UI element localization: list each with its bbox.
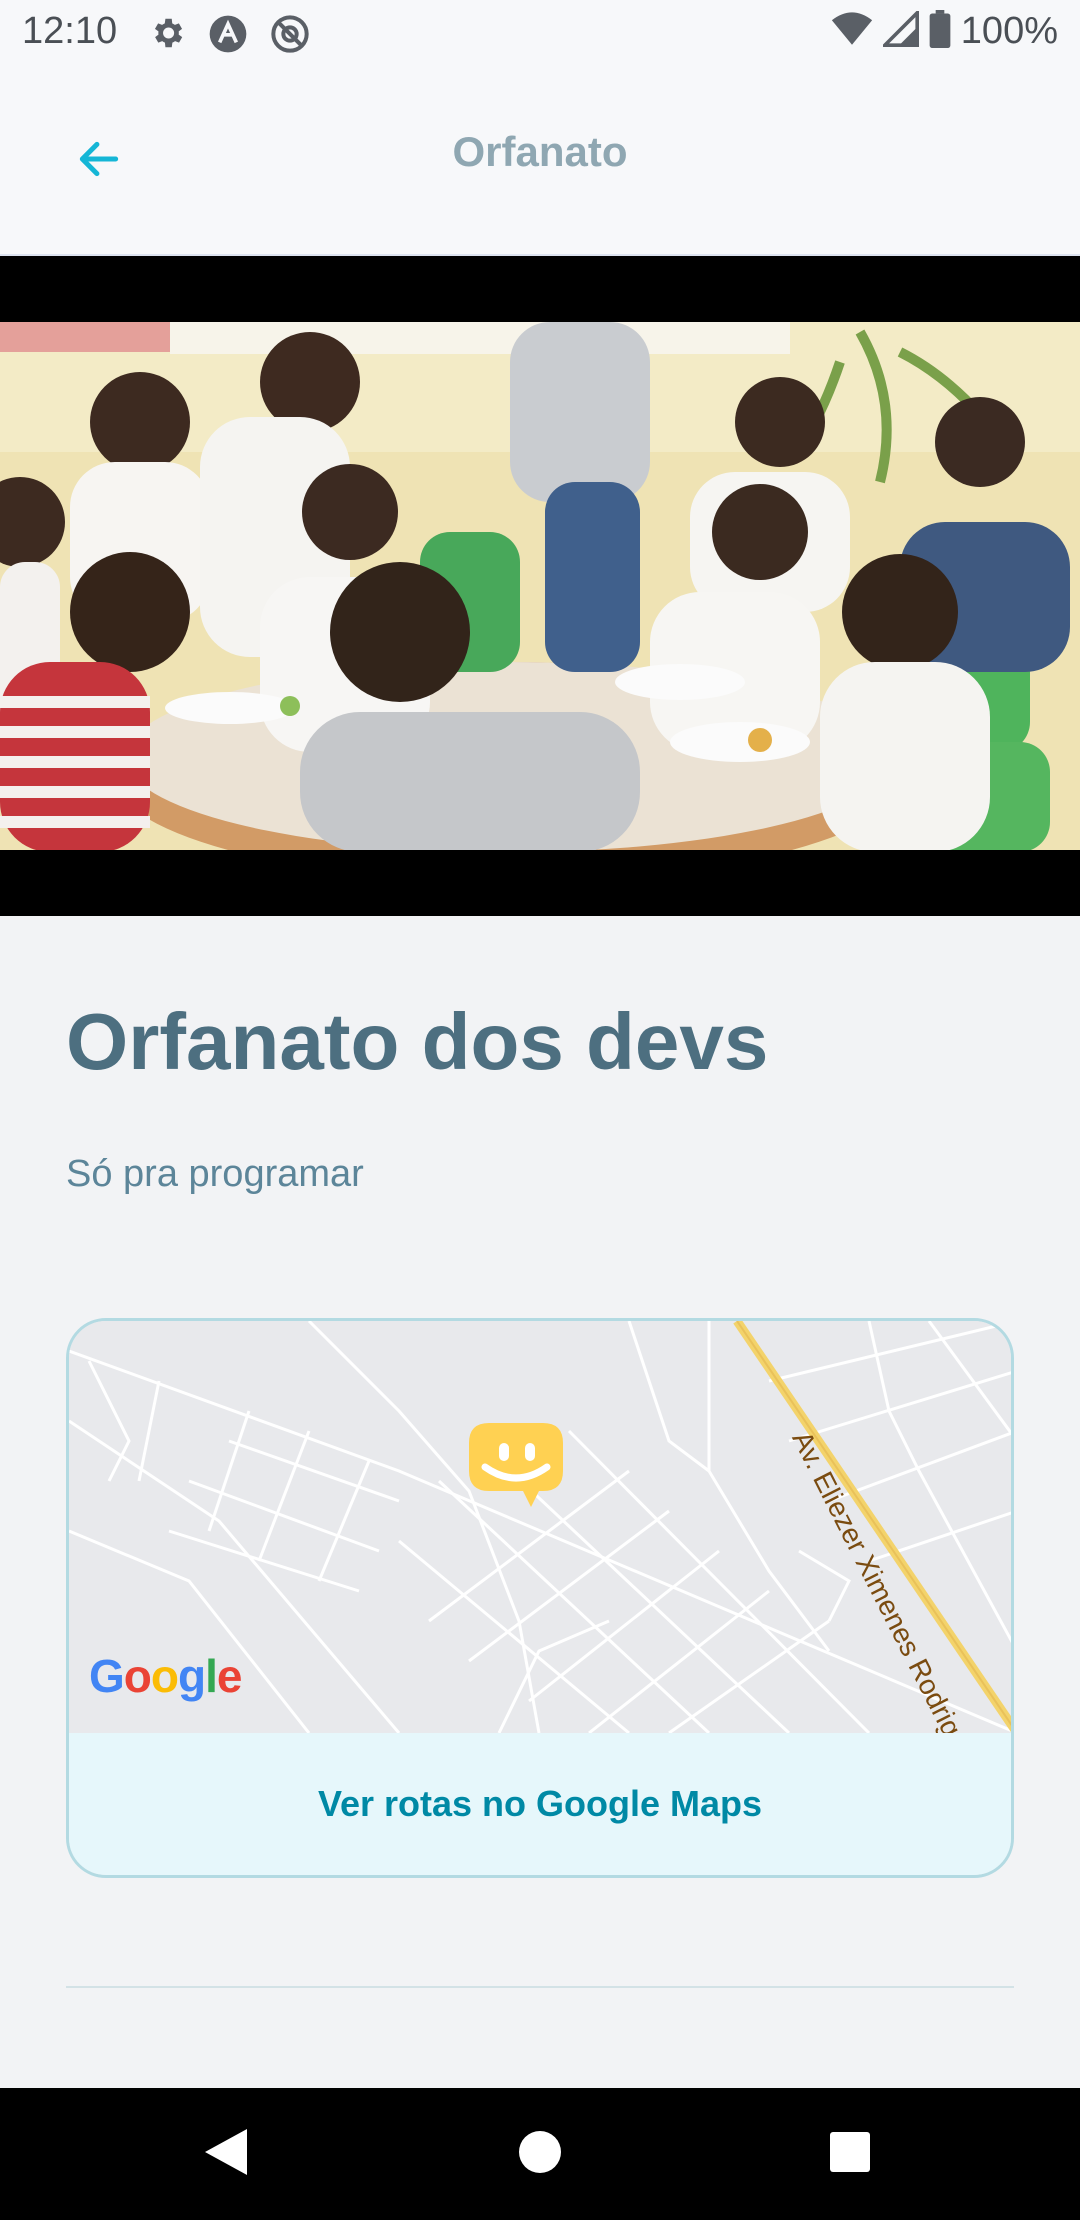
status-system-icons: 100% <box>831 8 1058 53</box>
settings-icon <box>148 14 186 59</box>
wifi-icon <box>831 11 873 52</box>
system-navigation-bar <box>0 2088 1080 2220</box>
status-bar: 12:10 100% <box>0 0 1080 66</box>
nav-recents-button[interactable] <box>820 2124 880 2184</box>
google-maps-routes-link[interactable]: Ver rotas no Google Maps <box>69 1733 1011 1875</box>
app-at-icon <box>270 14 310 59</box>
nav-home-icon <box>518 2130 562 2179</box>
app-header: Orfanato <box>0 66 1080 256</box>
google-logo: Google <box>89 1650 242 1702</box>
section-divider <box>66 1986 1014 1988</box>
app-a-icon <box>208 14 248 59</box>
signal-icon <box>880 8 919 52</box>
orphanage-name: Orfanato dos devs <box>66 997 769 1086</box>
map-view[interactable]: Av. Eliezer Ximenes Rodrigues Google <box>69 1321 1011 1733</box>
header-title: Orfanato <box>452 128 628 175</box>
nav-home-button[interactable] <box>510 2124 570 2184</box>
status-time: 12:10 <box>22 10 118 52</box>
nav-back-icon <box>203 2127 249 2182</box>
image-carousel[interactable] <box>0 256 1080 916</box>
orphanage-about: Só pra programar <box>66 1153 364 1195</box>
nav-back-button[interactable] <box>196 2124 256 2184</box>
battery-icon <box>929 10 951 53</box>
nav-recents-icon <box>829 2131 871 2178</box>
orphanage-details-screen: 12:10 100% Orfanato Orfanato dos devs Só… <box>0 0 1080 2220</box>
map-card: Av. Eliezer Ximenes Rodrigues Google Ver… <box>66 1318 1014 1878</box>
orphanage-photo <box>0 322 1080 850</box>
status-notification-icons <box>148 14 310 59</box>
battery-level: 100% <box>960 10 1058 52</box>
